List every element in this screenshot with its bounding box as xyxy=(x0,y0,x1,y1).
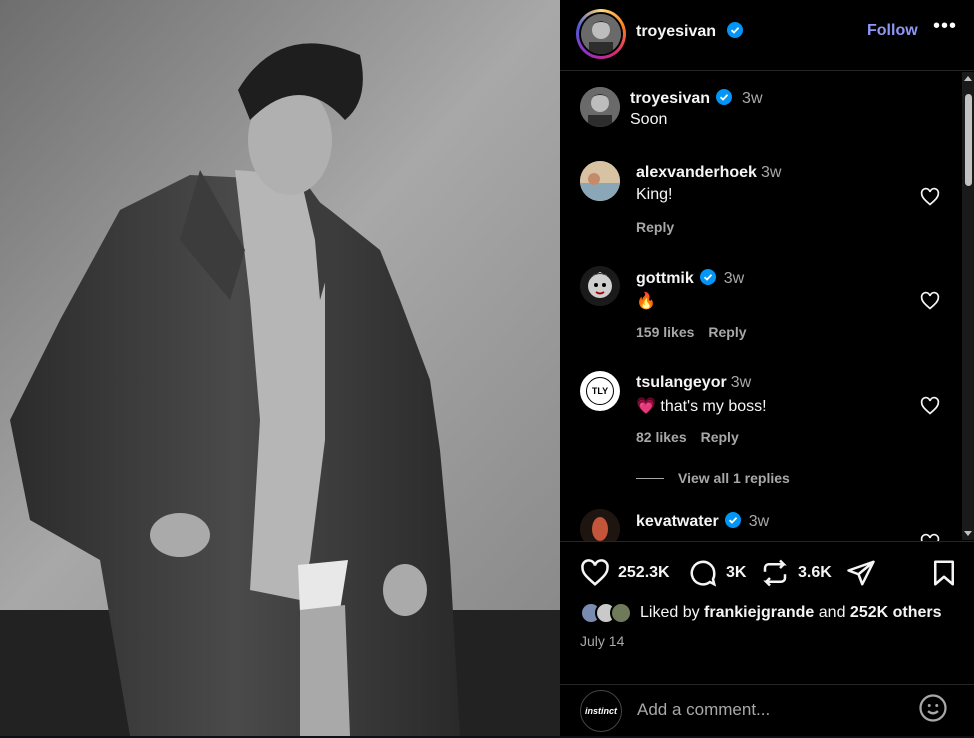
repost-icon[interactable] xyxy=(760,558,790,588)
author-avatar[interactable] xyxy=(576,9,626,59)
add-comment-bar: instinct Add a comment... xyxy=(560,684,974,738)
caption-time: 3w xyxy=(742,90,763,107)
scrollbar-thumb[interactable] xyxy=(965,94,972,186)
comment-likes[interactable]: 82 likes xyxy=(636,429,687,445)
view-replies-label[interactable]: View all 1 replies xyxy=(678,470,790,486)
comment-bubble-icon[interactable] xyxy=(688,558,718,588)
like-comment-heart-icon[interactable] xyxy=(920,187,940,207)
comment-time: 3w xyxy=(730,374,752,391)
heart-icon[interactable] xyxy=(580,558,610,588)
post-photo[interactable] xyxy=(0,0,560,736)
comment-header: tsulangeyor 3w xyxy=(636,374,751,392)
view-replies-line xyxy=(636,478,664,479)
comment-action[interactable]: 3K xyxy=(688,558,746,588)
liked-by-user[interactable]: frankiejgrande xyxy=(704,604,814,622)
caption-avatar[interactable] xyxy=(580,87,620,127)
instinct-logo: instinct xyxy=(584,706,617,716)
comment-likes[interactable]: 159 likes xyxy=(636,324,694,340)
comment-username[interactable]: tsulangeyor xyxy=(636,374,727,391)
post-header: troyesivan Follow ••• xyxy=(560,0,974,71)
comment-text: 💗 that's my boss! xyxy=(636,398,767,415)
bookmark-icon[interactable] xyxy=(929,558,959,588)
like-action[interactable]: 252.3K xyxy=(580,558,670,588)
liked-by: Liked by frankiejgrande and 252K others xyxy=(580,602,942,624)
post-actions: 252.3K 3K 3.6K Liked by frankiejgrande a… xyxy=(560,541,974,737)
reposts-count[interactable]: 3.6K xyxy=(798,564,832,582)
comment-header: kevatwater 3w xyxy=(636,512,769,531)
follow-button[interactable]: Follow xyxy=(867,22,918,40)
comment-avatar[interactable] xyxy=(580,266,620,306)
comment-time: 3w xyxy=(723,270,745,287)
comment-meta: 82 likes Reply xyxy=(636,429,753,445)
comment-header: gottmik 3w xyxy=(636,269,744,288)
current-user-avatar[interactable]: instinct xyxy=(580,690,622,732)
like-comment-heart-icon[interactable] xyxy=(920,396,940,416)
save-action[interactable] xyxy=(929,558,959,588)
reply-button[interactable]: Reply xyxy=(708,324,746,340)
post-date[interactable]: July 14 xyxy=(580,633,624,649)
comment-meta: 159 likes Reply xyxy=(636,324,761,340)
emoji-icon[interactable] xyxy=(918,693,948,723)
likes-count[interactable]: 252.3K xyxy=(618,564,670,582)
scroll-up-arrow-icon[interactable] xyxy=(964,76,972,81)
scroll-down-arrow-icon[interactable] xyxy=(964,531,972,536)
like-comment-heart-icon[interactable] xyxy=(920,291,940,311)
share-action[interactable] xyxy=(846,558,876,588)
verified-badge-icon xyxy=(699,269,716,285)
verified-badge-icon xyxy=(716,89,733,105)
comment-avatar[interactable]: TLY xyxy=(580,371,620,411)
share-send-icon[interactable] xyxy=(846,558,876,588)
view-replies-button[interactable]: View all 1 replies xyxy=(636,470,790,486)
verified-badge-icon xyxy=(724,512,741,528)
add-comment-input[interactable]: Add a comment... xyxy=(637,700,770,720)
comment-avatar[interactable] xyxy=(580,509,620,541)
comment-time: 3w xyxy=(748,513,770,530)
comment-text: 🔥 xyxy=(636,293,656,310)
caption-username[interactable]: troyesivan xyxy=(630,90,710,107)
liked-by-others[interactable]: 252K others xyxy=(850,604,942,622)
verified-badge-icon xyxy=(726,22,743,38)
like-comment-heart-icon[interactable] xyxy=(920,533,940,541)
tly-logo: TLY xyxy=(586,377,614,405)
comment-avatar[interactable] xyxy=(580,161,620,201)
comment-text: King! xyxy=(636,186,673,203)
caption-text: Soon xyxy=(630,111,668,128)
author-name[interactable]: troyesivan xyxy=(636,22,743,41)
liked-by-conj: and xyxy=(818,604,846,621)
comments-list[interactable]: troyesivan 3w Soon alexvanderhoek 3w King!… xyxy=(560,71,974,541)
liked-by-avatar[interactable] xyxy=(610,602,632,624)
comment-time: 3w xyxy=(760,164,782,181)
caption-header: troyesivan 3w xyxy=(630,89,763,108)
comment-header: alexvanderhoek 3w xyxy=(636,164,781,182)
comments-scrollbar[interactable] xyxy=(962,72,974,540)
comment-username[interactable]: alexvanderhoek xyxy=(636,164,757,181)
comment-username[interactable]: kevatwater xyxy=(636,513,719,530)
more-options-icon[interactable]: ••• xyxy=(933,15,957,38)
comments-count[interactable]: 3K xyxy=(726,564,746,582)
reply-button[interactable]: Reply xyxy=(636,219,674,235)
author-username[interactable]: troyesivan xyxy=(636,23,716,40)
comment-meta: Reply xyxy=(636,219,688,235)
comment-username[interactable]: gottmik xyxy=(636,270,694,287)
reply-button[interactable]: Reply xyxy=(701,429,739,445)
repost-action[interactable]: 3.6K xyxy=(760,558,832,588)
liked-by-prefix: Liked by xyxy=(640,604,700,621)
post-panel: troyesivan Follow ••• troyesivan 3w Soon … xyxy=(560,0,974,736)
photo-illustration xyxy=(0,0,560,736)
